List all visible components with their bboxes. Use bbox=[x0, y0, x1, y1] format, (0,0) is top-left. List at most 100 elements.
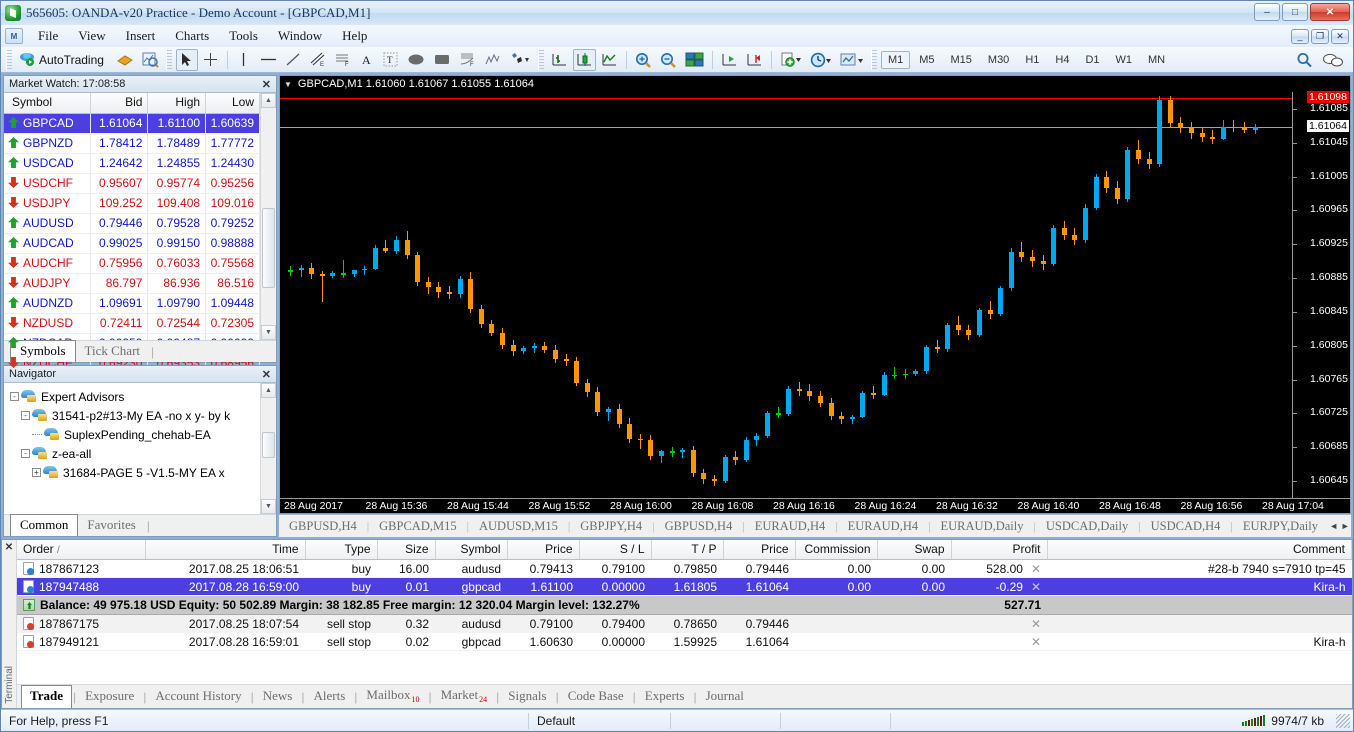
navigator-node[interactable]: -z-ea-all bbox=[10, 444, 260, 463]
status-profile[interactable]: Default bbox=[529, 713, 671, 729]
scroll-down-icon[interactable]: ▼ bbox=[261, 325, 276, 340]
market-watch-row[interactable]: GBPCAD1.610641.611001.60639 bbox=[4, 113, 260, 133]
col-high[interactable]: High bbox=[148, 93, 206, 113]
terminal-close-icon[interactable]: ✕ bbox=[5, 542, 13, 553]
menu-insert[interactable]: Insert bbox=[117, 26, 165, 46]
timeframe-m1[interactable]: M1 bbox=[881, 51, 910, 69]
terminal-tab-mailbox[interactable]: Mailbox10 bbox=[358, 685, 427, 708]
timeframe-h1[interactable]: H1 bbox=[1018, 51, 1046, 69]
close-order-icon[interactable]: ✕ bbox=[1031, 580, 1041, 594]
fibonacci-retracement-icon[interactable]: F bbox=[331, 49, 354, 71]
col-comment[interactable]: Comment bbox=[1047, 540, 1352, 560]
crosshair-tool-icon[interactable] bbox=[200, 49, 222, 71]
terminal-tab-market[interactable]: Market24 bbox=[433, 685, 496, 708]
mdi-close-button[interactable]: ✕ bbox=[1331, 29, 1349, 44]
close-button[interactable]: ✕ bbox=[1310, 3, 1350, 21]
expert-properties-icon[interactable] bbox=[113, 49, 137, 71]
market-watch-scrollbar[interactable]: ▲ ▼ bbox=[260, 93, 276, 340]
chart-tab[interactable]: EURAUD,H4 bbox=[838, 516, 928, 537]
menu-charts[interactable]: Charts bbox=[166, 26, 218, 46]
search-icon[interactable] bbox=[1293, 49, 1317, 71]
market-watch-row[interactable]: GBPNZD1.784121.784891.77772 bbox=[4, 133, 260, 153]
chart-canvas[interactable]: 1.610851.610451.610051.609651.609251.608… bbox=[280, 92, 1350, 498]
menu-view[interactable]: View bbox=[69, 26, 114, 46]
col-commission[interactable]: Commission bbox=[795, 540, 877, 560]
timeframe-m15[interactable]: M15 bbox=[944, 51, 979, 69]
menu-window[interactable]: Window bbox=[269, 26, 331, 46]
market-watch-row[interactable]: USDJPY109.252109.408109.016 bbox=[4, 193, 260, 213]
rectangle-shape-icon[interactable] bbox=[430, 49, 454, 71]
chart-tab[interactable]: EURJPY,Daily bbox=[1233, 516, 1328, 537]
navigator-node[interactable]: +31684-PAGE 5 -V1.5-MY EA x bbox=[10, 463, 260, 482]
terminal-tab-account-history[interactable]: Account History bbox=[147, 686, 249, 708]
terminal-tab-trade[interactable]: Trade bbox=[21, 685, 72, 708]
table-row[interactable]: 1878671752017.08.25 18:07:54sell stop0.3… bbox=[17, 615, 1352, 633]
col-sl[interactable]: S / L bbox=[579, 540, 651, 560]
chart-tab[interactable]: GBPCAD,M15 bbox=[369, 516, 466, 537]
chart-type-grip[interactable] bbox=[538, 50, 544, 70]
vertical-line-icon[interactable] bbox=[233, 49, 255, 71]
line-chart-icon[interactable] bbox=[598, 49, 621, 71]
maximize-button[interactable]: □ bbox=[1282, 3, 1308, 21]
market-watch-row[interactable]: NZDUSD0.724110.725440.72305 bbox=[4, 313, 260, 333]
chart-tab[interactable]: AUDUSD,M15 bbox=[469, 516, 568, 537]
nav-scroll-up-icon[interactable]: ▲ bbox=[261, 383, 276, 398]
new-order-icon[interactable] bbox=[777, 49, 805, 71]
col-symbol[interactable]: Symbol bbox=[435, 540, 507, 560]
chat-icon[interactable] bbox=[1319, 49, 1347, 71]
equidistant-channel-icon[interactable]: E bbox=[306, 49, 329, 71]
minimize-button[interactable]: – bbox=[1254, 3, 1280, 21]
chart-shift-icon[interactable] bbox=[718, 49, 741, 71]
chart-menu-caret-icon[interactable]: ▼ bbox=[284, 80, 292, 89]
navigator-node[interactable]: SuplexPending_chehab-EA bbox=[10, 425, 260, 444]
col-price[interactable]: Price bbox=[507, 540, 579, 560]
timeframe-m30[interactable]: M30 bbox=[981, 51, 1016, 69]
col-swap[interactable]: Swap bbox=[877, 540, 951, 560]
close-order-icon[interactable]: ✕ bbox=[1031, 562, 1041, 576]
auto-scroll-icon[interactable] bbox=[743, 49, 766, 71]
zoom-out-icon[interactable] bbox=[657, 49, 680, 71]
chart-tab[interactable]: EURAUD,H4 bbox=[745, 516, 835, 537]
navigator-scrollbar[interactable]: ▲ ▼ bbox=[260, 383, 276, 514]
andrews-pitchfork-icon[interactable] bbox=[481, 49, 504, 71]
menu-file[interactable]: File bbox=[29, 26, 67, 46]
zoom-in-icon[interactable] bbox=[632, 49, 655, 71]
mdi-minimize-button[interactable]: _ bbox=[1291, 29, 1309, 44]
col-profit[interactable]: Profit bbox=[951, 540, 1047, 560]
col-symbol[interactable]: Symbol bbox=[4, 93, 90, 113]
horizontal-line-icon[interactable] bbox=[257, 49, 280, 71]
candlestick-chart-icon[interactable] bbox=[573, 49, 596, 71]
close-order-icon[interactable]: ✕ bbox=[1031, 635, 1041, 649]
shapes-dropdown-icon[interactable] bbox=[506, 49, 534, 71]
chart-tab[interactable]: GBPUSD,H4 bbox=[655, 516, 743, 537]
terminal-tab-alerts[interactable]: Alerts bbox=[306, 686, 354, 708]
terminal-tab-news[interactable]: News bbox=[255, 686, 301, 708]
navigator-close-icon[interactable]: ✕ bbox=[262, 368, 271, 381]
expand-summary-icon[interactable] bbox=[23, 599, 35, 611]
timeframe-grip[interactable] bbox=[871, 50, 877, 70]
table-row[interactable]: 1879474882017.08.28 16:59:00buy0.01gbpca… bbox=[17, 578, 1352, 596]
tab-symbols[interactable]: Symbols bbox=[10, 340, 76, 362]
menu-help[interactable]: Help bbox=[333, 26, 376, 46]
navigator-node[interactable]: -31541-p2#13-My EA -no x y- by k bbox=[10, 406, 260, 425]
time-scale[interactable]: 28 Aug 201728 Aug 15:3628 Aug 15:4428 Au… bbox=[280, 498, 1350, 513]
market-watch-row[interactable]: AUDJPY86.79786.93686.516 bbox=[4, 273, 260, 293]
terminal-tab-signals[interactable]: Signals bbox=[500, 686, 554, 708]
trade-grid[interactable]: Order / Time Type Size Symbol Price S / … bbox=[17, 540, 1352, 684]
tab-common[interactable]: Common bbox=[10, 514, 78, 536]
col-price2[interactable]: Price bbox=[723, 540, 795, 560]
mdi-app-icon[interactable] bbox=[5, 28, 23, 44]
chart-tab[interactable]: EURAUD,Daily bbox=[931, 516, 1034, 537]
templates-icon[interactable] bbox=[837, 49, 867, 71]
market-watch-row[interactable]: USDCAD1.246421.248551.24430 bbox=[4, 153, 260, 173]
timeframe-m5[interactable]: M5 bbox=[912, 51, 941, 69]
fibo-fan-icon[interactable]: F bbox=[456, 49, 479, 71]
drawing-toolbar-grip[interactable] bbox=[166, 50, 172, 70]
navigator-node[interactable]: -Expert Advisors bbox=[10, 387, 260, 406]
autotrading-button[interactable]: AutoTrading bbox=[16, 49, 111, 71]
col-order[interactable]: Order / bbox=[17, 540, 145, 560]
market-watch-row[interactable]: AUDCHF0.759560.760330.75568 bbox=[4, 253, 260, 273]
ellipse-shape-icon[interactable] bbox=[404, 49, 428, 71]
chart-tabs-scroll-right-icon[interactable]: ► bbox=[1339, 521, 1351, 531]
tree-expander-icon[interactable]: - bbox=[21, 449, 30, 458]
